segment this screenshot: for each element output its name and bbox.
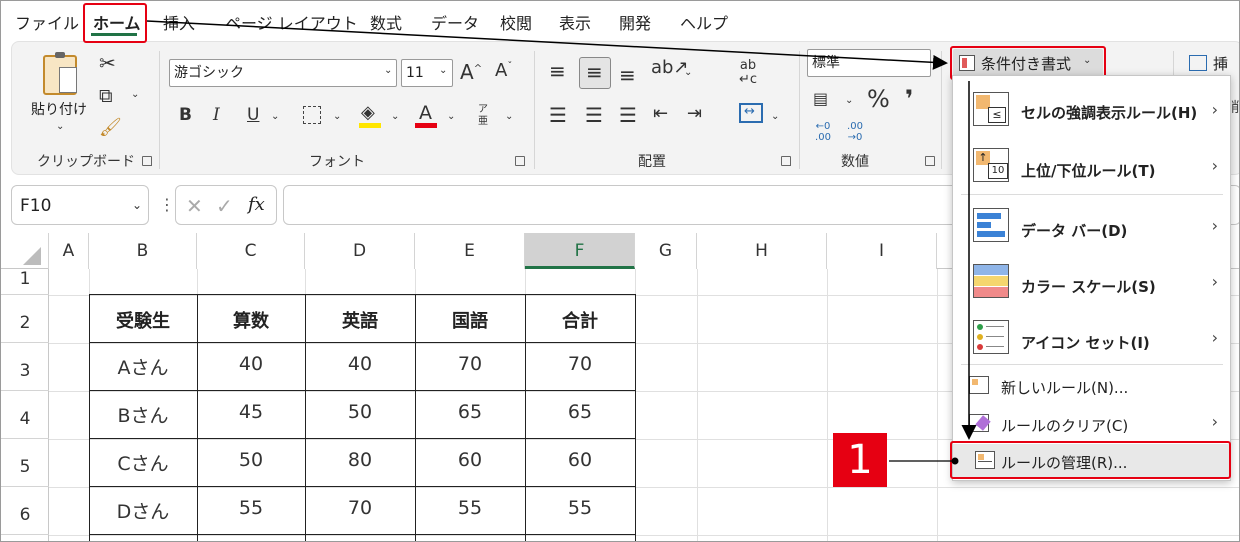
excel-window: ファイル ホーム 挿入 ページ レイアウト 数式 データ 校閲 表示 開発 ヘル… — [0, 0, 1240, 542]
arrow-to-conditional-format — [146, 20, 948, 70]
callout-dot — [951, 457, 959, 465]
annotation-arrows — [146, 20, 977, 465]
step-number-badge: 1 — [833, 433, 887, 487]
